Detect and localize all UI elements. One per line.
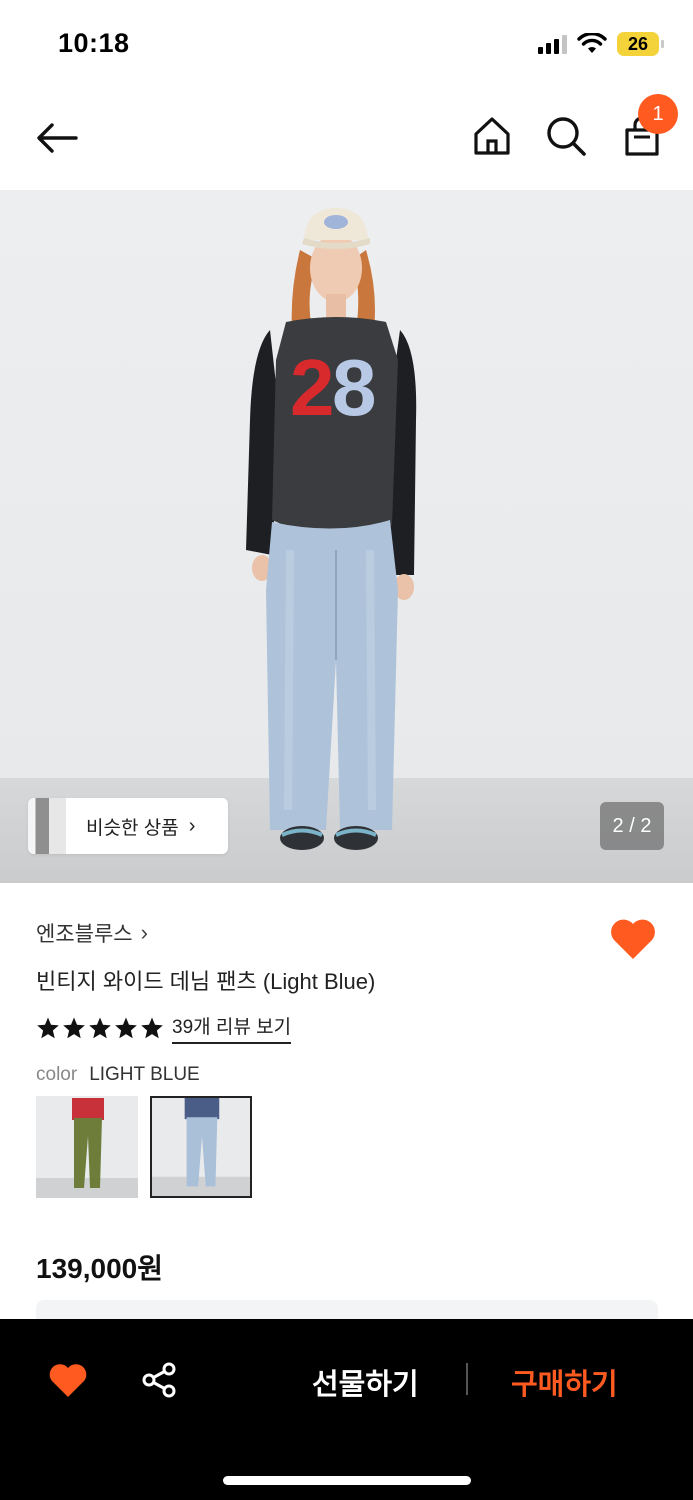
rating-stars [36, 1016, 164, 1040]
svg-text:2: 2 [290, 343, 335, 432]
svg-text:8: 8 [332, 343, 377, 432]
color-value: LIGHT BLUE [89, 1064, 200, 1085]
swatch-light-blue-image [152, 1098, 250, 1196]
swatch-green[interactable] [36, 1096, 138, 1198]
rating-row: 39개 리뷰 보기 [36, 1012, 292, 1044]
divider [466, 1363, 468, 1395]
buy-button[interactable]: 구매하기 [511, 1361, 618, 1403]
star-icon [89, 1017, 111, 1039]
image-page-indicator: 2 / 2 [600, 802, 664, 850]
home-indicator [223, 1476, 471, 1485]
color-swatches [36, 1096, 252, 1198]
model-photo: 2 8 [246, 208, 417, 850]
bottom-action-bar: 선물하기 구매하기 [0, 1319, 693, 1500]
cart-count-badge: 1 [638, 94, 678, 134]
wishlist-heart-icon[interactable] [48, 1361, 88, 1399]
status-time: 10:18 [58, 28, 130, 58]
star-icon [141, 1017, 163, 1039]
wishlist-heart-icon[interactable] [608, 915, 658, 961]
home-icon[interactable] [470, 114, 514, 158]
top-nav-bar [0, 88, 693, 190]
battery-icon: 26 [617, 32, 664, 56]
share-icon[interactable] [140, 1361, 178, 1399]
color-key-label: color [36, 1064, 78, 1085]
swatch-light-blue[interactable] [150, 1096, 252, 1198]
review-link[interactable]: 39개 리뷰 보기 [172, 1012, 292, 1044]
back-arrow-icon[interactable] [34, 114, 82, 162]
gift-button[interactable]: 선물하기 [312, 1361, 419, 1403]
similar-products-button[interactable]: 비슷한 상품 › [28, 798, 228, 854]
star-icon [115, 1017, 137, 1039]
chevron-right-icon: › [188, 814, 196, 837]
swatch-green-image [36, 1096, 138, 1198]
product-image-carousel[interactable]: 2 8 비슷한 상품 › 2 / 2 [0, 190, 693, 883]
chevron-right-icon: › [140, 920, 148, 945]
search-icon[interactable] [544, 114, 588, 158]
similar-products-thumbnail [28, 798, 66, 854]
star-icon [63, 1017, 85, 1039]
star-icon [37, 1017, 59, 1039]
brand-link[interactable]: 엔조블루스 › [36, 918, 148, 948]
status-icons: 26 [538, 30, 664, 58]
product-title: 빈티지 와이드 데님 팬츠 (Light Blue) [36, 969, 376, 994]
signal-icon [538, 34, 567, 54]
wifi-icon [577, 33, 607, 53]
product-price: 139,000원 [36, 1253, 163, 1284]
similar-products-label: 비슷한 상품 [86, 817, 179, 839]
color-row: color LIGHT BLUE [36, 1064, 200, 1086]
status-bar: 10:18 26 [0, 0, 693, 88]
brand-name: 엔조블루스 [36, 923, 133, 946]
